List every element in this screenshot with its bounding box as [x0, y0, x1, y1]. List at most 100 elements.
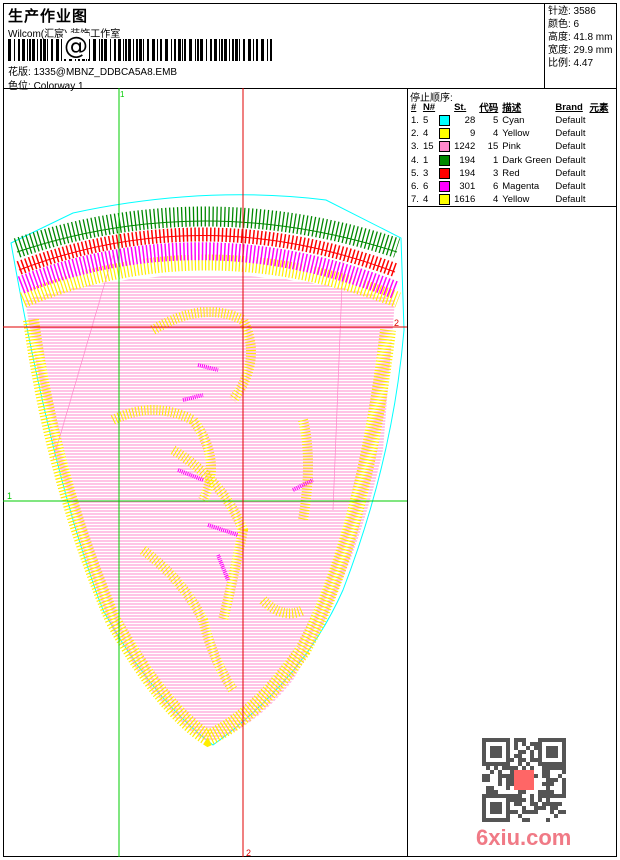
color-code: 4	[492, 128, 499, 140]
barcode-bar	[104, 39, 107, 61]
barcode	[8, 39, 272, 61]
color-code: 6	[492, 181, 499, 193]
needle-number: 3	[422, 167, 429, 179]
barcode-bar	[178, 39, 181, 61]
col-needle: N#	[422, 101, 436, 113]
barcode-bar	[101, 39, 103, 61]
table-row: 5. 3 194 3 Red Default	[409, 167, 610, 180]
col-brand: Brand	[555, 101, 583, 113]
element	[587, 167, 610, 180]
element	[587, 180, 610, 193]
row-index: 3.	[411, 141, 419, 153]
col-description: 描述	[502, 103, 522, 114]
col-element: 元素	[589, 103, 609, 114]
barcode-bar	[136, 39, 138, 61]
barcode-bar	[118, 39, 121, 61]
color-description: Cyan	[502, 115, 525, 127]
color-description: Red	[502, 167, 520, 179]
barcode-bar	[152, 39, 155, 61]
barcode-bar	[51, 39, 53, 61]
thread-brand: Default	[555, 167, 586, 179]
barcode-bar	[248, 39, 251, 61]
barcode-bar	[232, 39, 234, 61]
barcode-at-symbol: @	[63, 32, 89, 60]
color-swatch	[437, 127, 452, 140]
row-index: 6.	[411, 181, 419, 193]
barcode-bar	[114, 39, 116, 61]
barcode-bar	[29, 39, 31, 61]
color-code: 3	[492, 167, 499, 179]
design-height: 高度: 41.8 mm	[548, 32, 613, 43]
barcode-bar	[219, 39, 220, 61]
barcode-bar	[47, 39, 48, 61]
element	[587, 114, 610, 127]
barcode-bar	[267, 39, 268, 61]
barcode-bar	[8, 39, 11, 61]
barcode-bar	[93, 39, 96, 61]
barcode-bar	[229, 39, 230, 61]
needle-number: 6	[422, 181, 429, 193]
color-swatch	[437, 140, 452, 153]
needle-number: 4	[422, 128, 429, 140]
table-row: 4. 1 194 1 Dark Green Default	[409, 154, 610, 167]
barcode-bar	[221, 39, 223, 61]
color-swatch-icon	[439, 167, 451, 179]
table-row: 7. 4 1616 4 Yellow Default	[409, 193, 610, 206]
stitch-count: 1616	[454, 194, 476, 206]
stitch-count: 1242	[454, 141, 476, 153]
element	[587, 193, 610, 206]
barcode-bar	[270, 39, 272, 61]
stitch-count: 194	[459, 167, 476, 179]
color-swatch-icon	[439, 141, 451, 153]
stats-panel: 针迹: 3586 颜色: 6 高度: 41.8 mm 宽度: 29.9 mm 比…	[545, 3, 617, 89]
thread-brand: Default	[555, 154, 586, 166]
barcode-bar	[261, 39, 264, 61]
color-code: 15	[487, 141, 499, 153]
color-swatch	[437, 114, 452, 127]
color-description: Dark Green	[502, 154, 552, 166]
embroidery-design: 1 1 2 2	[3, 88, 407, 857]
barcode-bar	[206, 39, 207, 61]
barcode-bar	[210, 39, 212, 61]
color-swatch	[437, 154, 452, 167]
color-swatch-icon	[439, 154, 451, 166]
barcode-bar	[171, 39, 172, 61]
barcode-bar	[157, 39, 158, 61]
barcode-bar	[125, 39, 127, 61]
barcode-bar	[214, 39, 217, 61]
barcode-bar	[235, 39, 238, 61]
table-row: 3. 15 1242 15 Pink Default	[409, 140, 610, 153]
red-marker-bottom: 2	[246, 848, 251, 857]
barcode-bar	[174, 39, 176, 61]
barcode-bar	[200, 39, 203, 61]
color-description: Yellow	[502, 194, 530, 206]
color-count: 颜色: 6	[548, 19, 580, 30]
stitch-count: 301	[459, 181, 476, 193]
color-swatch-icon	[439, 128, 451, 140]
red-marker-right: 2	[394, 318, 399, 328]
row-index: 7.	[411, 194, 419, 206]
watermark-logo: 6xiu.com	[476, 825, 572, 850]
barcode-bar	[27, 39, 28, 61]
color-swatch-icon	[439, 194, 451, 206]
element	[587, 140, 610, 153]
needle-number: 5	[422, 115, 429, 127]
row-index: 1.	[411, 115, 419, 127]
barcode-bar	[253, 39, 254, 61]
color-swatch-icon	[439, 115, 451, 127]
stitch-count: 针迹: 3586	[548, 6, 596, 17]
color-code: 5	[492, 115, 499, 127]
stitch-count: 194	[459, 154, 476, 166]
color-description: Magenta	[502, 181, 540, 193]
color-description: Pink	[502, 141, 521, 153]
barcode-bar	[195, 39, 196, 61]
row-index: 5.	[411, 167, 419, 179]
row-index: 2.	[411, 128, 419, 140]
barcode-bar	[43, 39, 46, 61]
green-marker-left: 1	[7, 491, 12, 501]
barcode-bar	[256, 39, 258, 61]
color-code: 4	[492, 194, 499, 206]
barcode-bar	[147, 39, 149, 61]
barcode-bar	[160, 39, 162, 61]
thread-brand: Default	[555, 115, 586, 127]
